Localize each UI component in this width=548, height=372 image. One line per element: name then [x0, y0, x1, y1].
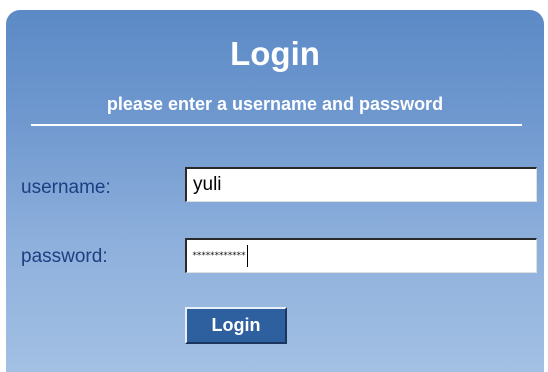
- username-input[interactable]: [185, 167, 537, 202]
- login-button[interactable]: Login: [185, 307, 287, 344]
- password-input[interactable]: [185, 238, 537, 273]
- login-subtitle: please enter a username and password: [106, 94, 444, 114]
- username-label: username:: [21, 177, 111, 198]
- login-title: Login: [230, 35, 320, 72]
- title-divider: [31, 124, 522, 126]
- password-label: password:: [21, 246, 108, 267]
